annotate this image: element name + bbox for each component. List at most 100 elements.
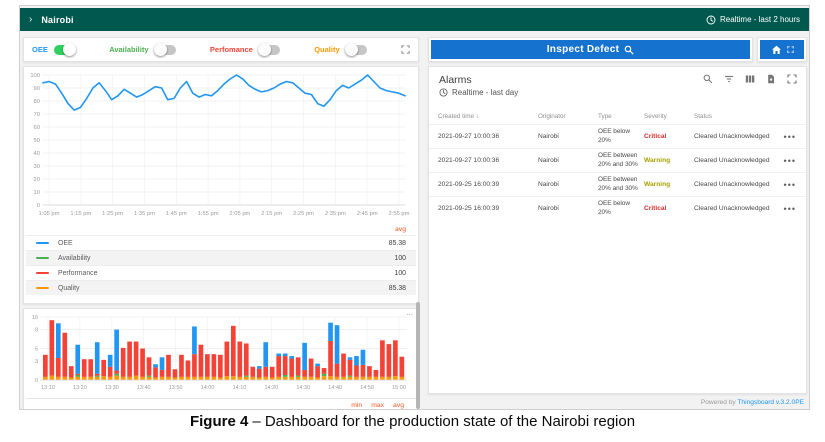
svg-text:1:35 pm: 1:35 pm <box>134 211 155 217</box>
alarm-row-menu-icon[interactable]: ••• <box>784 204 806 214</box>
svg-text:14:20: 14:20 <box>264 385 278 391</box>
column-created-time[interactable]: Created time ↓ <box>438 113 538 120</box>
filter-icon[interactable] <box>724 74 734 84</box>
left-column-scrollbar[interactable] <box>416 302 420 409</box>
alarm-row-menu-icon[interactable]: ••• <box>784 156 806 166</box>
svg-text:15:00: 15:00 <box>392 385 406 391</box>
alarm-table-row[interactable]: 2021-09-25 16:00:39 Nairobi OEE between … <box>429 172 806 196</box>
alarm-severity: Critical <box>644 133 667 140</box>
alarm-status: Cleared Unacknowledged <box>694 157 770 164</box>
timewindow-label: Realtime - last 2 hours <box>719 15 800 24</box>
toggle-availability-label: Availability <box>109 45 149 54</box>
fullscreen-icon[interactable] <box>787 74 797 84</box>
svg-text:1:55 pm: 1:55 pm <box>198 211 219 217</box>
column-originator[interactable]: Originator <box>538 113 598 120</box>
alarms-table: Created time ↓ Originator Type Severity S… <box>429 109 806 220</box>
svg-text:2:45 pm: 2:45 pm <box>357 211 378 217</box>
alarms-timewindow-button[interactable]: Realtime - last day <box>439 88 518 97</box>
svg-text:2:15 pm: 2:15 pm <box>261 211 282 217</box>
alarm-severity: Warning <box>644 157 671 164</box>
alarm-severity: Warning <box>644 181 671 188</box>
alarm-row-menu-icon[interactable]: ••• <box>784 132 806 142</box>
production-bar-chart[interactable]: 0 3 5 8 10 13:10 13:20 13:30 13:40 13:50 14:00 14:1… <box>26 312 414 392</box>
svg-text:3: 3 <box>35 359 38 365</box>
toggle-quality-switch[interactable] <box>344 43 367 56</box>
inspect-defect-button[interactable]: Inspect Defect <box>431 40 750 59</box>
alarm-row-menu-icon[interactable]: ••• <box>784 180 806 190</box>
legend-row[interactable]: Availability 100 <box>26 250 416 265</box>
legend-row[interactable]: OEE 85.38 <box>26 235 416 250</box>
column-type[interactable]: Type <box>598 113 644 120</box>
alarm-created-time: 2021-09-25 16:00:39 <box>438 205 500 212</box>
legend-avg-value: 85.38 <box>388 284 406 292</box>
alarm-originator: Nairobi <box>538 205 559 212</box>
stat-header-avg: avg <box>393 402 404 409</box>
toggle-performance-switch[interactable] <box>257 43 280 56</box>
toggle-availability-switch[interactable] <box>153 43 176 56</box>
stat-header-max: max <box>371 402 385 409</box>
breadcrumb[interactable]: Nairobi <box>41 15 73 25</box>
legend-row[interactable]: Performance 100 <box>26 265 416 280</box>
legend-avg-value: 100 <box>394 254 407 262</box>
alarm-table-row[interactable]: 2021-09-25 16:00:39 Nairobi OEE below 20… <box>429 196 806 220</box>
search-icon[interactable] <box>703 74 713 84</box>
search-icon <box>624 45 634 54</box>
toggle-oee[interactable]: OEE <box>32 43 76 56</box>
svg-text:0: 0 <box>35 378 38 384</box>
legend-overflow-icon[interactable]: ... <box>406 309 413 317</box>
column-status[interactable]: Status <box>694 113 780 120</box>
svg-text:2:55 pm: 2:55 pm <box>389 211 410 217</box>
legend-color-dash <box>36 257 49 259</box>
fullscreen-small-icon[interactable] <box>786 46 794 53</box>
svg-text:10: 10 <box>32 315 38 321</box>
alarm-status: Cleared Unacknowledged <box>694 181 770 188</box>
powered-by: Powered by Thingsboard v.3.2.0PE <box>701 399 804 406</box>
alarm-table-body: 2021-09-27 10:00:36 Nairobi OEE below 20… <box>429 124 806 220</box>
legend-series-name: Performance <box>58 269 98 277</box>
stat-header-min: min <box>351 402 363 409</box>
svg-text:13:20: 13:20 <box>73 385 87 391</box>
alarm-type: OEE between 20% and 30% <box>598 151 638 168</box>
legend-header: avg <box>26 223 416 235</box>
export-icon[interactable] <box>766 74 776 84</box>
alarm-type: OEE below 20% <box>598 199 630 216</box>
svg-text:8: 8 <box>35 328 38 334</box>
alarm-table-row[interactable]: 2021-09-27 10:00:36 Nairobi OEE below 20… <box>429 124 806 148</box>
columns-icon[interactable] <box>745 74 755 84</box>
clock-icon <box>439 88 448 97</box>
oee-line-chart[interactable]: 0 10 20 30 40 50 60 70 80 90 100 1:05 pm 1:15 pm 1:25… <box>26 70 410 218</box>
toggle-quality-label: Quality <box>314 45 340 54</box>
legend-avg-value: 100 <box>394 269 407 277</box>
svg-text:30: 30 <box>34 164 40 170</box>
legend-row[interactable]: Quality 85.38 <box>26 280 416 295</box>
svg-text:14:40: 14:40 <box>328 385 342 391</box>
breadcrumb-chevron-icon: › <box>29 14 33 25</box>
line-legend-rows: OEE 85.38 Availability 100 Performance 100 Qua… <box>26 235 416 295</box>
toggle-availability[interactable]: Availability <box>109 43 176 56</box>
toggle-quality[interactable]: Quality <box>314 43 367 56</box>
column-severity[interactable]: Severity <box>644 113 694 120</box>
svg-text:13:30: 13:30 <box>105 385 119 391</box>
svg-text:10: 10 <box>34 190 40 196</box>
svg-text:80: 80 <box>34 99 40 105</box>
toggle-performance[interactable]: Perfomance <box>210 43 280 56</box>
thingsboard-version-link[interactable]: Thingsboard v.3.2.0PE <box>737 399 804 406</box>
svg-text:100: 100 <box>30 73 40 79</box>
legend-color-dash <box>36 287 49 289</box>
production-bar-card: ... 0 3 5 8 10 13:10 13:20 13:30 13:40 13:50 14:00… <box>23 308 419 409</box>
svg-text:0: 0 <box>37 203 40 209</box>
alarm-table-row[interactable]: 2021-09-27 10:00:36 Nairobi OEE between … <box>429 148 806 172</box>
alarm-status: Cleared Unacknowledged <box>694 133 770 140</box>
legend-avg-value: 85.38 <box>388 239 406 247</box>
fullscreen-icon[interactable] <box>401 45 410 54</box>
figure-label: Figure 4 <box>189 413 249 430</box>
alarm-type: OEE below 20% <box>598 127 630 144</box>
svg-text:1:05 pm: 1:05 pm <box>39 211 60 217</box>
timewindow-button[interactable]: Realtime - last 2 hours <box>706 15 800 25</box>
home-button[interactable] <box>760 40 804 59</box>
alarm-originator: Nairobi <box>538 157 559 164</box>
svg-text:14:10: 14:10 <box>233 385 247 391</box>
home-card <box>757 37 807 62</box>
svg-text:13:40: 13:40 <box>137 385 151 391</box>
toggle-oee-switch[interactable] <box>53 43 76 56</box>
